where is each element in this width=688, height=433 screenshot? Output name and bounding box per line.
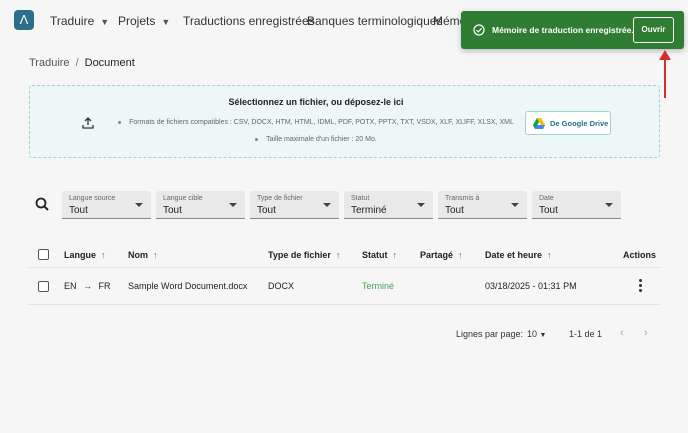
rows-per-page-value: 10 bbox=[527, 329, 538, 339]
toast-open-button[interactable]: Ouvrir bbox=[633, 17, 674, 43]
column-file-type[interactable]: Type de fichier ↑ bbox=[268, 250, 340, 260]
prev-page-icon[interactable]: ‹ bbox=[620, 327, 624, 339]
file-dropzone[interactable]: Sélectionnez un fichier, ou déposez-le i… bbox=[29, 85, 660, 158]
table-header: Langue ↑ Nom ↑ Type de fichier ↑ Statut ↑ Pa… bbox=[29, 240, 660, 268]
sort-arrow-icon: ↑ bbox=[335, 250, 341, 260]
source-language: EN bbox=[64, 281, 77, 291]
filter-value: Tout bbox=[257, 205, 276, 216]
column-label: Type de fichier bbox=[268, 250, 331, 260]
dropdown-arrow-icon bbox=[417, 203, 425, 207]
column-language[interactable]: Langue ↑ bbox=[64, 250, 106, 260]
column-datetime[interactable]: Date et heure ↑ bbox=[485, 250, 552, 260]
row-file-name[interactable]: Sample Word Document.docx bbox=[128, 281, 247, 291]
filter-label: Statut bbox=[351, 195, 370, 202]
upload-title: Sélectionnez un fichier, ou déposez-le i… bbox=[228, 97, 404, 107]
column-actions: Actions bbox=[623, 250, 657, 260]
filter-value: Tout bbox=[539, 205, 558, 216]
sort-arrow-icon: ↑ bbox=[458, 250, 463, 260]
search-icon bbox=[35, 197, 49, 211]
nav-banques-terminologiques[interactable]: Banques terminologiques bbox=[307, 14, 442, 28]
dropdown-arrow-icon bbox=[135, 203, 143, 207]
rows-per-page-select[interactable]: 10 ▼ bbox=[527, 329, 546, 339]
nav-traductions-enregistrees[interactable]: Traductions enregistrées bbox=[183, 14, 315, 28]
column-label: Date et heure bbox=[485, 250, 543, 260]
rows-per-page-label: Lignes par page: bbox=[456, 329, 524, 339]
dropdown-arrow-icon bbox=[605, 203, 613, 207]
sort-arrow-icon: ↑ bbox=[392, 250, 398, 260]
filter-value: Tout bbox=[445, 205, 464, 216]
bullet-icon bbox=[118, 120, 122, 124]
column-label: Nom bbox=[128, 250, 148, 260]
sort-arrow-icon: ↑ bbox=[101, 250, 106, 260]
column-label: Statut bbox=[362, 250, 388, 260]
filter-label: Date bbox=[539, 195, 554, 202]
column-label: Partagé bbox=[420, 250, 454, 260]
filter-status[interactable]: Statut Terminé bbox=[344, 191, 433, 219]
chevron-down-icon: ▼ bbox=[539, 332, 547, 339]
filter-date[interactable]: Date Tout bbox=[532, 191, 621, 219]
chevron-down-icon: ▼ bbox=[100, 17, 110, 27]
row-language: EN → FR bbox=[64, 281, 111, 291]
dropdown-arrow-icon bbox=[511, 203, 519, 207]
filter-value: Tout bbox=[69, 205, 88, 216]
filter-label: Type de fichier bbox=[257, 195, 303, 202]
nav-traduire[interactable]: Traduire ▼ bbox=[50, 14, 109, 28]
bullet-icon bbox=[255, 137, 259, 141]
target-language: FR bbox=[98, 281, 111, 291]
google-drive-button[interactable]: De Google Drive bbox=[525, 111, 611, 135]
row-datetime: 03/18/2025 - 01:31 PM bbox=[485, 281, 577, 291]
dropdown-arrow-icon bbox=[229, 203, 237, 207]
breadcrumb: Traduire / Document bbox=[29, 57, 135, 69]
filter-shared-with[interactable]: Transmis à Tout bbox=[438, 191, 527, 219]
upload-max-size: Taille maximale d'un fichier : 20 Mo. bbox=[30, 136, 602, 143]
breadcrumb-root[interactable]: Traduire bbox=[29, 57, 70, 69]
chevron-down-icon: ▼ bbox=[161, 17, 171, 27]
breadcrumb-current: Document bbox=[84, 57, 135, 69]
google-drive-icon bbox=[533, 118, 545, 129]
filter-value: Terminé bbox=[351, 205, 387, 216]
annotation-arrow-icon bbox=[659, 50, 671, 98]
arrow-right-icon: → bbox=[83, 281, 93, 291]
column-status[interactable]: Statut ↑ bbox=[362, 250, 397, 260]
filter-source-language[interactable]: Langue source Tout bbox=[62, 191, 151, 219]
breadcrumb-separator: / bbox=[75, 57, 79, 69]
upload-formats: Formats de fichiers compatibles : CSV, D… bbox=[30, 119, 602, 126]
row-status: Terminé bbox=[362, 281, 395, 291]
table-row[interactable]: EN → FR Sample Word Document.docx DOCX T… bbox=[29, 269, 660, 305]
filter-file-type[interactable]: Type de fichier Tout bbox=[250, 191, 339, 219]
filter-target-language[interactable]: Langue cible Tout bbox=[156, 191, 245, 219]
google-drive-label: De Google Drive bbox=[550, 119, 609, 128]
more-actions-icon[interactable] bbox=[637, 279, 643, 293]
filter-label: Langue cible bbox=[163, 195, 203, 202]
filter-label: Transmis à bbox=[445, 195, 480, 202]
formats-text: Formats de fichiers compatibles : CSV, D… bbox=[129, 119, 514, 126]
select-all-checkbox[interactable] bbox=[38, 249, 49, 260]
sort-arrow-icon: ↑ bbox=[153, 250, 158, 260]
row-checkbox[interactable] bbox=[38, 281, 49, 292]
max-size-text: Taille maximale d'un fichier : 20 Mo. bbox=[266, 136, 377, 143]
nav-label: Traduire bbox=[50, 14, 95, 28]
dropdown-arrow-icon bbox=[323, 203, 331, 207]
search-button[interactable] bbox=[29, 191, 57, 219]
row-file-type: DOCX bbox=[268, 281, 295, 291]
column-label: Langue bbox=[64, 250, 97, 260]
filter-value: Tout bbox=[163, 205, 182, 216]
nav-label: Projets bbox=[118, 14, 156, 28]
check-circle-icon bbox=[473, 24, 485, 36]
nav-projets[interactable]: Projets ▼ bbox=[118, 14, 170, 28]
toast-notification: Mémoire de traduction enregistrée. Ouvri… bbox=[461, 11, 684, 49]
column-shared[interactable]: Partagé ↑ bbox=[420, 250, 463, 260]
next-page-icon[interactable]: › bbox=[644, 327, 648, 339]
pagination-range: 1-1 de 1 bbox=[569, 329, 603, 339]
toast-message: Mémoire de traduction enregistrée. bbox=[492, 25, 634, 35]
filter-label: Langue source bbox=[69, 195, 116, 202]
app-logo[interactable]: Λ bbox=[14, 10, 34, 30]
column-name[interactable]: Nom ↑ bbox=[128, 250, 158, 260]
sort-arrow-icon: ↑ bbox=[547, 250, 552, 260]
